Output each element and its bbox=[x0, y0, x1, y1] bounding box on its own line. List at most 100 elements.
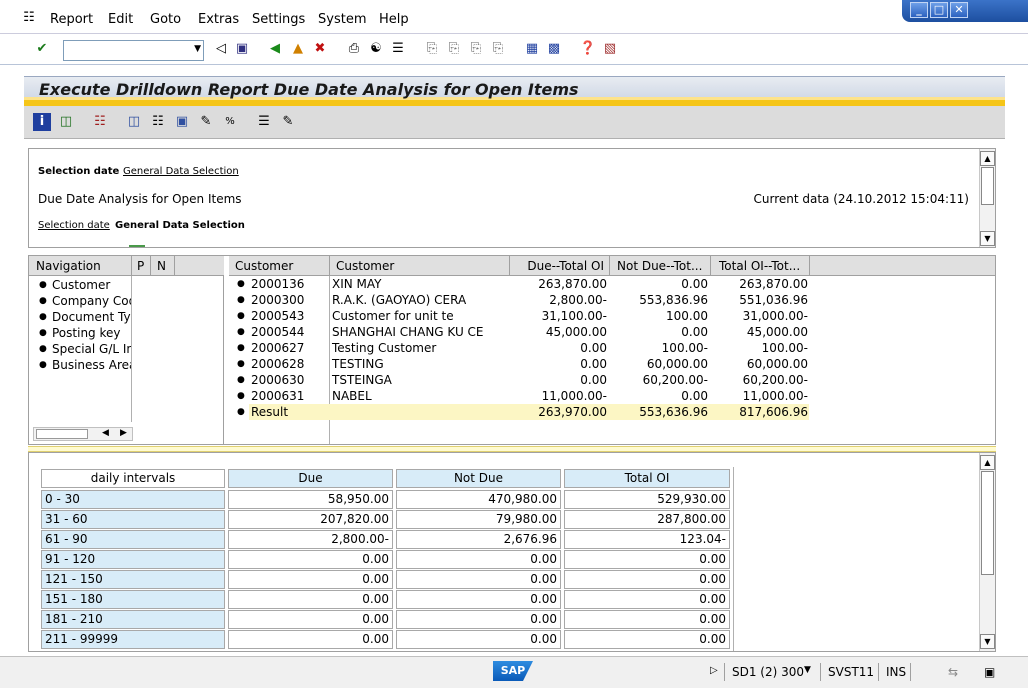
close-icon[interactable]: ✕ bbox=[950, 2, 968, 18]
prev-page-icon[interactable]: ⎘ bbox=[445, 40, 463, 58]
not-due-value: 100.00- bbox=[661, 341, 708, 355]
layout-icon[interactable]: ▧ bbox=[601, 40, 619, 58]
system-dropdown-icon[interactable]: ▼ bbox=[804, 665, 811, 675]
table-row[interactable]: ● 2000628 TESTING 0.00 60,000.00 60,000.00 bbox=[229, 357, 811, 373]
scroll-right-icon[interactable]: ▶ bbox=[120, 428, 127, 438]
table-row[interactable]: ● 2000544 SHANGHAI CHANG KU CE 45,000.00 0.0… bbox=[229, 325, 811, 341]
scroll-up-icon[interactable]: ▲ bbox=[980, 151, 995, 166]
interval-label: 181 - 210 bbox=[41, 610, 225, 629]
interval-label: 91 - 120 bbox=[41, 550, 225, 569]
col-total-oi[interactable]: Total OI bbox=[564, 469, 730, 488]
col-separator bbox=[809, 256, 810, 276]
table-row[interactable]: ● 2000543 Customer for unit te 31,100.00- 10… bbox=[229, 309, 811, 325]
menu-edit[interactable]: Edit bbox=[108, 12, 133, 27]
lock-icon[interactable]: ▣ bbox=[984, 665, 995, 679]
menu-settings[interactable]: Settings bbox=[252, 12, 305, 27]
table-row[interactable]: ● 2000300 R.A.K. (GAOYAO) CERA 2,800.00- 553… bbox=[229, 293, 811, 309]
due-value: 0.00 bbox=[228, 570, 393, 589]
col-separator bbox=[150, 256, 151, 276]
scroll-down-icon[interactable]: ▼ bbox=[980, 231, 995, 246]
columns-icon[interactable]: ◫ bbox=[125, 113, 143, 131]
selection-date-link[interactable]: Selection date bbox=[38, 220, 110, 231]
col-daily-intervals[interactable]: daily intervals bbox=[41, 469, 225, 488]
last-page-icon[interactable]: ⎘ bbox=[489, 40, 507, 58]
save-icon[interactable]: ▣ bbox=[233, 40, 251, 58]
header-scrollbar[interactable]: ▲ ▼ bbox=[979, 149, 995, 247]
nav-item-posting-key[interactable]: ● Posting key bbox=[29, 326, 131, 342]
current-data-label: Current data (24.10.2012 15:04:11) bbox=[753, 192, 969, 206]
input-mode[interactable]: INS bbox=[886, 665, 906, 679]
export-icon[interactable]: ◫ bbox=[57, 113, 75, 131]
notes-icon[interactable]: ☰ bbox=[255, 113, 273, 131]
find-icon[interactable]: ☯ bbox=[367, 40, 385, 58]
col-not-due[interactable]: Not Due--Tot... bbox=[617, 259, 702, 273]
col-due[interactable]: Due bbox=[228, 469, 393, 488]
menu-icon[interactable]: ☷ bbox=[20, 9, 38, 27]
nav-item-business-area[interactable]: ● Business Area bbox=[29, 358, 131, 374]
percent-icon[interactable]: % bbox=[221, 113, 239, 131]
characteristics-icon[interactable]: ▣ bbox=[173, 113, 191, 131]
system-info[interactable]: SD1 (2) 300 bbox=[732, 665, 804, 679]
table-row[interactable]: ● 2000631 NABEL 11,000.00- 0.00 11,000.00- bbox=[229, 389, 811, 405]
application-toolbar: i ◫ ☷ ◫ ☷ ▣ ✎ % ☰ ✎ bbox=[24, 106, 1005, 139]
customer-name: Customer for unit te bbox=[332, 309, 454, 323]
back-triangle-icon[interactable]: ◁ bbox=[212, 40, 230, 58]
help-icon[interactable]: ❓ bbox=[579, 40, 597, 58]
menu-extras[interactable]: Extras bbox=[198, 12, 239, 27]
enter-check-icon[interactable]: ✔ bbox=[33, 40, 51, 58]
print-icon[interactable]: ⎙ bbox=[345, 40, 363, 58]
bullet-icon: ● bbox=[39, 296, 47, 306]
minimize-icon[interactable]: _ bbox=[910, 2, 928, 18]
info-icon[interactable]: i bbox=[33, 113, 51, 131]
back-icon[interactable]: ◀ bbox=[266, 40, 284, 58]
cancel-icon[interactable]: ✖ bbox=[311, 40, 329, 58]
exit-icon[interactable]: ▲ bbox=[289, 40, 307, 58]
col-customer-id[interactable]: Customer bbox=[235, 259, 293, 273]
maximize-icon[interactable]: □ bbox=[930, 2, 948, 18]
bullet-icon: ● bbox=[237, 375, 245, 385]
col-total[interactable]: Total OI--Tot... bbox=[719, 259, 800, 273]
customer-name: TESTING bbox=[332, 357, 384, 371]
menu-system[interactable]: System bbox=[318, 12, 366, 27]
menu-report[interactable]: Report bbox=[50, 12, 93, 27]
edit-list-icon[interactable]: ✎ bbox=[197, 113, 215, 131]
due-value: 0.00 bbox=[228, 590, 393, 609]
result-row[interactable]: ● Result 263,970.00 553,636.96 817,606.96 bbox=[229, 405, 811, 421]
nav-hscroll-thumb[interactable] bbox=[36, 429, 88, 439]
col-due[interactable]: Due--Total OI bbox=[527, 259, 604, 273]
nav-item-document-type[interactable]: ● Document Type bbox=[29, 310, 131, 326]
col-not-due[interactable]: Not Due bbox=[396, 469, 561, 488]
col-customer-name[interactable]: Customer bbox=[336, 259, 394, 273]
drilldown-icon[interactable]: ☷ bbox=[91, 113, 109, 131]
table-row[interactable]: ● 2000136 XIN MAY 263,870.00 0.00 263,870.00 bbox=[229, 277, 811, 293]
shortcut-icon[interactable]: ▩ bbox=[545, 40, 563, 58]
scroll-left-icon[interactable]: ◀ bbox=[102, 428, 109, 438]
swap-icon[interactable]: ☷ bbox=[149, 113, 167, 131]
menu-goto[interactable]: Goto bbox=[150, 12, 181, 27]
new-session-icon[interactable]: ▦ bbox=[523, 40, 541, 58]
find-next-icon[interactable]: ☰ bbox=[389, 40, 407, 58]
nav-item-customer[interactable]: ● Customer bbox=[29, 278, 131, 294]
command-field[interactable]: ▼ bbox=[63, 40, 204, 61]
intervals-scrollbar[interactable]: ▲ ▼ bbox=[979, 453, 995, 651]
table-row[interactable]: ● 2000627 Testing Customer 0.00 100.00- 100.0… bbox=[229, 341, 811, 357]
next-page-icon[interactable]: ⎘ bbox=[467, 40, 485, 58]
status-expand-icon[interactable]: ▷ bbox=[710, 665, 718, 676]
pencil-icon[interactable]: ✎ bbox=[279, 113, 297, 131]
menu-help[interactable]: Help bbox=[379, 12, 409, 27]
scroll-up-icon[interactable]: ▲ bbox=[980, 455, 995, 470]
selection-date-label: Selection date bbox=[38, 166, 120, 177]
table-row[interactable]: ● 2000630 TSTEINGA 0.00 60,200.00- 60,200.00- bbox=[229, 373, 811, 389]
customer-table-header: Customer Customer Due--Total OI Not Due-… bbox=[229, 256, 995, 276]
general-data-selection-link[interactable]: General Data Selection bbox=[123, 166, 239, 177]
status-divider bbox=[878, 663, 879, 681]
scroll-thumb[interactable] bbox=[981, 167, 994, 205]
scroll-down-icon[interactable]: ▼ bbox=[980, 634, 995, 649]
nav-item-company-code[interactable]: ● Company Code bbox=[29, 294, 131, 310]
nav-hscroll[interactable]: ◀ ▶ bbox=[33, 427, 133, 441]
nav-item-special-gl[interactable]: ● Special G/L Ind bbox=[29, 342, 131, 358]
scroll-thumb[interactable] bbox=[981, 471, 994, 575]
first-page-icon[interactable]: ⎘ bbox=[423, 40, 441, 58]
due-value: 2,800.00- bbox=[228, 530, 393, 549]
chevron-down-icon[interactable]: ▼ bbox=[194, 44, 201, 54]
